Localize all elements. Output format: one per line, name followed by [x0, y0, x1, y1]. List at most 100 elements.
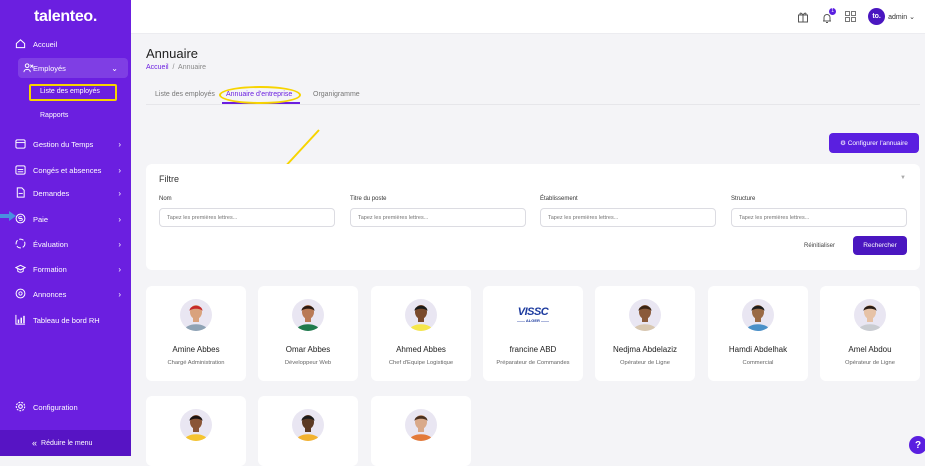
sidebar-item-tableau-de-bord-rh[interactable]: Tableau de bord RH	[0, 310, 131, 330]
sidebar-item-label: Gestion du Temps	[33, 139, 94, 149]
employee-name: francine ABD	[509, 345, 557, 354]
employee-name: Amine Abbes	[172, 345, 220, 354]
employee-avatar	[292, 299, 324, 331]
structure-search-input[interactable]	[731, 208, 907, 227]
breadcrumb-home-link[interactable]: Accueil	[146, 64, 169, 71]
employee-card[interactable]: VISSC —— ALGER —— francine ABD Préparateur …	[483, 286, 583, 381]
sidebar-item-annonces[interactable]: Annonces ›	[0, 284, 131, 304]
home-icon	[15, 39, 26, 49]
topbar: 1 to. admin ⌄	[131, 0, 925, 34]
filter-label-job-title: Titre du poste	[350, 196, 387, 202]
users-icon	[23, 63, 34, 73]
topbar-actions: 1 to. admin ⌄	[797, 7, 915, 25]
highlight-ellipse-annotation	[219, 86, 301, 104]
filter-title: Filtre	[159, 174, 179, 184]
sidebar-item-paie[interactable]: Paie ›	[0, 209, 131, 229]
employee-role: Chef d'Equipe Logistique	[388, 360, 454, 366]
chevron-icon: ›	[118, 239, 121, 249]
employee-role: Chargé Administration	[167, 360, 225, 366]
sidebar-item-label: Annonces	[33, 289, 67, 299]
sidebar-item-label: Employés	[33, 63, 66, 73]
leave-icon	[15, 165, 26, 175]
user-menu[interactable]: to. admin ⌄	[868, 8, 915, 25]
job-title-search-input[interactable]	[350, 208, 526, 227]
sidebar-item-label: Demandes	[33, 188, 70, 198]
arrow-right-annotation-icon	[0, 211, 16, 221]
avatar: to.	[868, 8, 886, 25]
notification-button[interactable]: 1	[821, 7, 837, 23]
gift-icon[interactable]	[797, 11, 809, 23]
filter-panel: Filtre ▼ Nom Titre du poste Établissemen…	[146, 164, 920, 270]
page-title: Annuaire	[146, 46, 199, 61]
employee-name: Ahmed Abbes	[396, 345, 446, 354]
filter-label-name: Nom	[159, 196, 172, 202]
sidebar-item-conges-et-absences[interactable]: Congés et absences ›	[0, 160, 131, 180]
sidebar-subitem-reports[interactable]: Rapports	[40, 112, 68, 119]
sidebar-item-formation[interactable]: Formation ›	[0, 259, 131, 279]
employee-role: Préparateur de Commandes	[496, 360, 570, 366]
sidebar-item-accueil[interactable]: Accueil	[0, 34, 131, 54]
employee-card[interactable]: Amel Abdou Opérateur de Ligne	[820, 286, 920, 381]
employee-card[interactable]: Ahmed Abbes Chef d'Equipe Logistique	[371, 286, 471, 381]
help-button[interactable]: ?	[909, 436, 925, 454]
chevron-icon: ›	[118, 165, 121, 175]
employee-avatar	[405, 299, 437, 331]
apps-grid-icon[interactable]	[845, 11, 857, 22]
employee-avatar	[180, 409, 212, 441]
sidebar-item-evaluation[interactable]: Évaluation ›	[0, 234, 131, 254]
search-button[interactable]: Rechercher	[853, 236, 907, 255]
employee-card[interactable]: Amine Abbes Chargé Administration	[146, 286, 246, 381]
gear-icon	[15, 401, 26, 412]
collapse-menu-button[interactable]: « Réduire le menu	[0, 430, 131, 456]
sidebar-item-label: Évaluation	[33, 239, 69, 249]
employee-name: Hamdi Abdelhak	[728, 345, 788, 354]
brand-logo: talenteo.	[33, 8, 98, 25]
employee-avatar	[742, 299, 774, 331]
announce-icon	[15, 288, 26, 299]
sidebar-item-gestion-du-temps[interactable]: Gestion du Temps ›	[0, 134, 131, 154]
dashboard-icon	[15, 314, 26, 325]
establishment-search-input[interactable]	[540, 208, 716, 227]
sidebar-item-demandes[interactable]: Demandes ›	[0, 183, 131, 203]
tab-org-chart[interactable]: Organigramme	[313, 91, 360, 98]
evaluation-icon	[15, 238, 26, 249]
chevron-icon: ›	[118, 264, 121, 274]
employee-avatar	[405, 409, 437, 441]
chevron-icon: ›	[118, 289, 121, 299]
highlight-box-annotation	[29, 84, 117, 101]
configure-directory-button[interactable]: ⚙ Configurer l'annuaire	[829, 133, 919, 153]
name-search-input[interactable]	[159, 208, 335, 227]
employee-role: Développeur Web	[284, 360, 332, 366]
employee-card[interactable]: Nedjma Abdelaziz Opérateur de Ligne	[595, 286, 695, 381]
chevron-icon: ›	[118, 188, 121, 198]
chevron-icon: ›	[118, 214, 121, 224]
collapse-menu-label: Réduire le menu	[41, 439, 93, 447]
employee-role: Commercial	[742, 360, 774, 366]
employee-name: Amel Abdou	[848, 345, 892, 354]
employee-card[interactable]: Omar Abbes Développeur Web	[258, 286, 358, 381]
sidebar-item-configuration[interactable]: Configuration	[0, 397, 131, 417]
employee-avatar	[292, 409, 324, 441]
breadcrumb-separator: /	[172, 64, 175, 71]
document-icon	[16, 187, 25, 198]
sidebar-item-label: Tableau de bord RH	[33, 315, 100, 325]
notification-badge: 1	[829, 7, 837, 15]
graduation-icon	[15, 264, 26, 273]
tab-employee-list[interactable]: Liste des employés	[155, 91, 215, 98]
company-logo: VISSC —— ALGER ——	[516, 306, 550, 323]
filter-label-structure: Structure	[731, 196, 756, 202]
sidebar-item-label: Configuration	[33, 402, 78, 412]
employee-card[interactable]: Hamdi Abdelhak Commercial	[708, 286, 808, 381]
employee-name: Nedjma Abdelaziz	[612, 345, 678, 354]
sidebar-item-label: Formation	[33, 264, 67, 274]
collapse-caret-icon[interactable]: ▼	[900, 175, 906, 181]
sidebar-item-label: Congés et absences	[33, 165, 102, 175]
money-icon	[15, 213, 26, 224]
sidebar-item-employes[interactable]: Employés ⌄	[18, 58, 128, 78]
user-name: admin ⌄	[888, 13, 915, 21]
employee-avatar	[629, 299, 661, 331]
sidebar-item-label: Paie	[33, 214, 49, 224]
filter-label-establishment: Établissement	[540, 196, 578, 202]
breadcrumb-current: Annuaire	[178, 64, 207, 71]
reset-button[interactable]: Réinitialiser	[804, 243, 835, 249]
